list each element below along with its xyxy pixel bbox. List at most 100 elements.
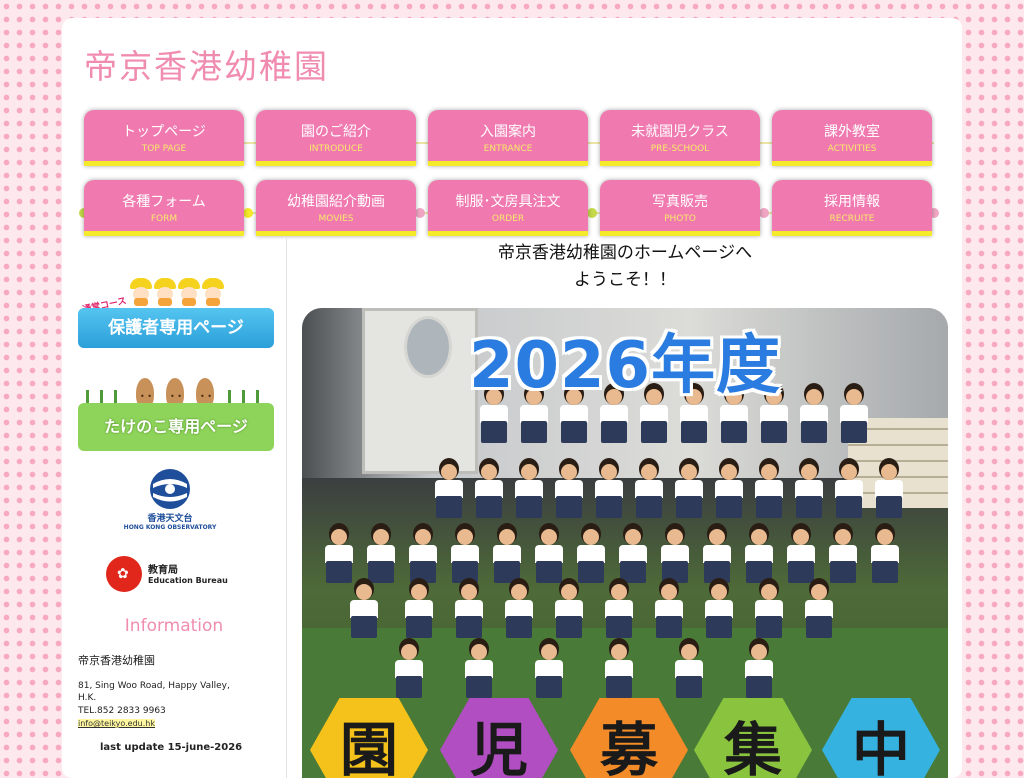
takenoko-page-banner[interactable]: • • • • • • たけのこ専用ページ — [78, 378, 274, 451]
child-figure — [512, 458, 546, 518]
nav-decoration-dot — [587, 208, 597, 218]
child-figure — [552, 578, 586, 638]
information-heading: Information — [124, 616, 224, 636]
nav-sublabel: TOP PAGE — [141, 144, 187, 154]
child-figure — [616, 523, 650, 583]
nav-activities[interactable]: 課外教室 ACTIVITIES — [772, 110, 932, 166]
nav-order[interactable]: 制服･文房具注文 ORDER — [428, 180, 588, 236]
nav-label: 課外教室 — [824, 124, 880, 140]
nav-decoration-dot — [415, 208, 425, 218]
child-figure — [462, 638, 496, 698]
child-figure — [602, 578, 636, 638]
school-phone: TEL.852 2833 9963 — [78, 706, 166, 716]
parents-page-banner[interactable]: 通常コース 保護者専用ページ — [78, 278, 274, 348]
nav-label: 入園案内 — [480, 124, 536, 140]
nav-label: トップページ — [122, 124, 206, 140]
school-name: 帝京香港幼稚園 — [78, 654, 155, 667]
nav-sublabel: ORDER — [491, 214, 525, 224]
child-figure — [652, 578, 686, 638]
child-figure — [592, 458, 626, 518]
child-illustration-icon — [202, 278, 224, 306]
child-figure — [712, 458, 746, 518]
child-figure — [658, 523, 692, 583]
child-figure — [784, 523, 818, 583]
child-figure — [702, 578, 736, 638]
last-update-text: last update 15-june-2026 — [100, 742, 243, 753]
year-heading: 2026年度 — [468, 329, 782, 403]
nav-photo[interactable]: 写真販売 PHOTO — [600, 180, 760, 236]
child-figure — [872, 458, 906, 518]
child-figure — [364, 523, 398, 583]
banner-label: 保護者専用ページ — [78, 308, 274, 348]
nav-movies[interactable]: 幼稚園紹介動画 MOVIES — [256, 180, 416, 236]
child-figure — [322, 523, 356, 583]
email-link[interactable]: info@teikyo.edu.hk — [78, 719, 155, 728]
edb-name-cn: 教育局 — [148, 565, 178, 576]
nav-pre-school[interactable]: 未就園児クラス PRE-SCHOOL — [600, 110, 760, 166]
child-figure — [532, 638, 566, 698]
nav-sublabel: ACTIVITIES — [827, 144, 877, 154]
child-figure — [552, 458, 586, 518]
nav-label: 採用情報 — [824, 194, 880, 210]
child-figure — [742, 638, 776, 698]
nav-recruite[interactable]: 採用情報 RECRUITE — [772, 180, 932, 236]
nav-label: 未就園児クラス — [631, 124, 729, 140]
nav-introduce[interactable]: 園のご紹介 INTRODUCE — [256, 110, 416, 166]
nav-sublabel: ENTRANCE — [483, 144, 533, 154]
child-figure — [672, 638, 706, 698]
nav-sublabel: RECRUITE — [829, 214, 875, 224]
child-figure — [868, 523, 902, 583]
child-figure — [700, 523, 734, 583]
welcome-line-2: ようこそ！！ — [574, 270, 676, 290]
nav-form[interactable]: 各種フォーム FORM — [84, 180, 244, 236]
nav-decoration-dot — [243, 208, 253, 218]
child-figure — [632, 458, 666, 518]
child-figure — [406, 523, 440, 583]
hero-image: 2026年度 園 児 募 集 中 — [302, 308, 948, 778]
nav-sublabel: PHOTO — [664, 214, 696, 224]
child-figure — [392, 638, 426, 698]
welcome-line-1: 帝京香港幼稚園のホームページへ — [497, 243, 753, 263]
child-figure — [602, 638, 636, 698]
welcome-message: 帝京香港幼稚園のホームページへ ようこそ！！ — [302, 240, 948, 294]
main-nav-row-2: 各種フォーム FORM 幼稚園紹介動画 MOVIES 制服･文房具注文 ORDE… — [79, 180, 939, 236]
child-illustration-icon — [178, 278, 200, 306]
child-figure — [742, 523, 776, 583]
child-figure — [347, 578, 381, 638]
child-figure — [432, 458, 466, 518]
hong-kong-observatory-link[interactable]: 香港天文台 HONG KONG OBSERVATORY — [120, 468, 220, 540]
nav-sublabel: INTRODUCE — [309, 144, 363, 154]
child-figure — [502, 578, 536, 638]
nav-label: 各種フォーム — [122, 194, 206, 210]
child-illustration-icon — [130, 278, 152, 306]
sidebar: 通常コース 保護者専用ページ • • • • • • たけのこ専用ページ 香港天… — [62, 238, 287, 778]
nav-label: 園のご紹介 — [301, 124, 371, 140]
child-figure — [402, 578, 436, 638]
hko-name-en: HONG KONG OBSERVATORY — [123, 524, 217, 531]
child-figure — [672, 458, 706, 518]
nav-sublabel: MOVIES — [318, 214, 354, 224]
banner-label: たけのこ専用ページ — [78, 403, 274, 451]
education-bureau-link[interactable]: ✿ 教育局 Education Bureau — [106, 556, 236, 596]
child-illustration-icon — [154, 278, 176, 306]
child-figure — [448, 523, 482, 583]
child-figure — [752, 578, 786, 638]
nav-label: 制服･文房具注文 — [455, 194, 561, 210]
child-figure — [752, 458, 786, 518]
hko-name-cn: 香港天文台 — [147, 514, 193, 524]
child-figure — [826, 523, 860, 583]
main-nav-row-1: トップページ TOP PAGE 園のご紹介 INTRODUCE 入園案内 ENT… — [84, 110, 934, 166]
nav-entrance[interactable]: 入園案内 ENTRANCE — [428, 110, 588, 166]
nav-label: 幼稚園紹介動画 — [287, 194, 385, 210]
site-title[interactable]: 帝京香港幼稚園 — [84, 40, 329, 88]
child-figure — [574, 523, 608, 583]
bauhinia-icon: ✿ — [106, 556, 142, 592]
nav-sublabel: PRE-SCHOOL — [650, 144, 710, 154]
child-figure — [490, 523, 524, 583]
nav-label: 写真販売 — [652, 194, 708, 210]
child-figure — [802, 578, 836, 638]
child-figure — [472, 458, 506, 518]
page-container: 帝京香港幼稚園 トップページ TOP PAGE 園のご紹介 INTRODUCE … — [62, 18, 962, 778]
nav-top-page[interactable]: トップページ TOP PAGE — [84, 110, 244, 166]
child-figure — [832, 458, 866, 518]
